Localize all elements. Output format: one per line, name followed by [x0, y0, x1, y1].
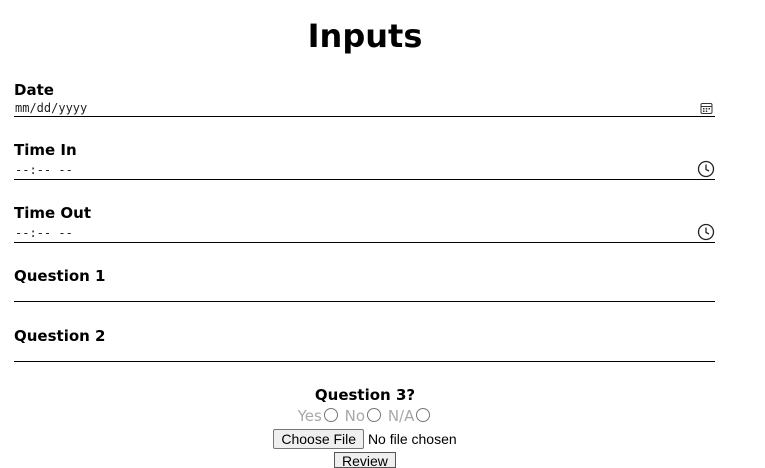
- question-1-input[interactable]: [15, 287, 695, 301]
- question-1-underline: [14, 301, 715, 302]
- question-3-options: Yes No N/A: [0, 407, 730, 425]
- question-2-input[interactable]: [15, 347, 695, 361]
- page-title: Inputs: [307, 17, 423, 55]
- question-2-underline: [14, 361, 715, 362]
- time-out-label: Time Out: [14, 204, 91, 222]
- question-1-field: Question 1: [14, 267, 715, 304]
- option-no-radio[interactable]: [367, 408, 382, 422]
- question-3-label: Question 3?: [314, 386, 416, 404]
- file-input: Choose File No file chosen: [0, 429, 730, 449]
- date-label: Date: [14, 81, 54, 99]
- date-underline: [14, 116, 715, 117]
- time-out-underline: [14, 242, 715, 243]
- option-na-radio[interactable]: [416, 408, 431, 422]
- time-in-label: Time In: [14, 141, 77, 159]
- date-input[interactable]: mm/dd/yyyy: [15, 101, 87, 115]
- question-2-field: Question 2: [14, 327, 715, 364]
- time-in-underline: [14, 179, 715, 180]
- time-out-input[interactable]: --:-- --: [15, 226, 73, 240]
- question-2-label: Question 2: [14, 327, 106, 345]
- option-na-label: N/A: [387, 407, 415, 425]
- time-out-field: Time Out --:-- --: [14, 204, 715, 244]
- option-yes-label: Yes: [297, 407, 322, 425]
- choose-file-button[interactable]: Choose File: [273, 429, 365, 449]
- review-button[interactable]: Review: [334, 452, 396, 468]
- date-field: Date mm/dd/yyyy: [14, 81, 715, 118]
- option-no-label: No: [344, 407, 366, 425]
- option-yes-radio[interactable]: [323, 408, 338, 422]
- time-in-input[interactable]: --:-- --: [15, 163, 73, 177]
- question-1-label: Question 1: [14, 267, 106, 285]
- time-in-field: Time In --:-- --: [14, 141, 715, 181]
- file-status: No file chosen: [367, 431, 457, 447]
